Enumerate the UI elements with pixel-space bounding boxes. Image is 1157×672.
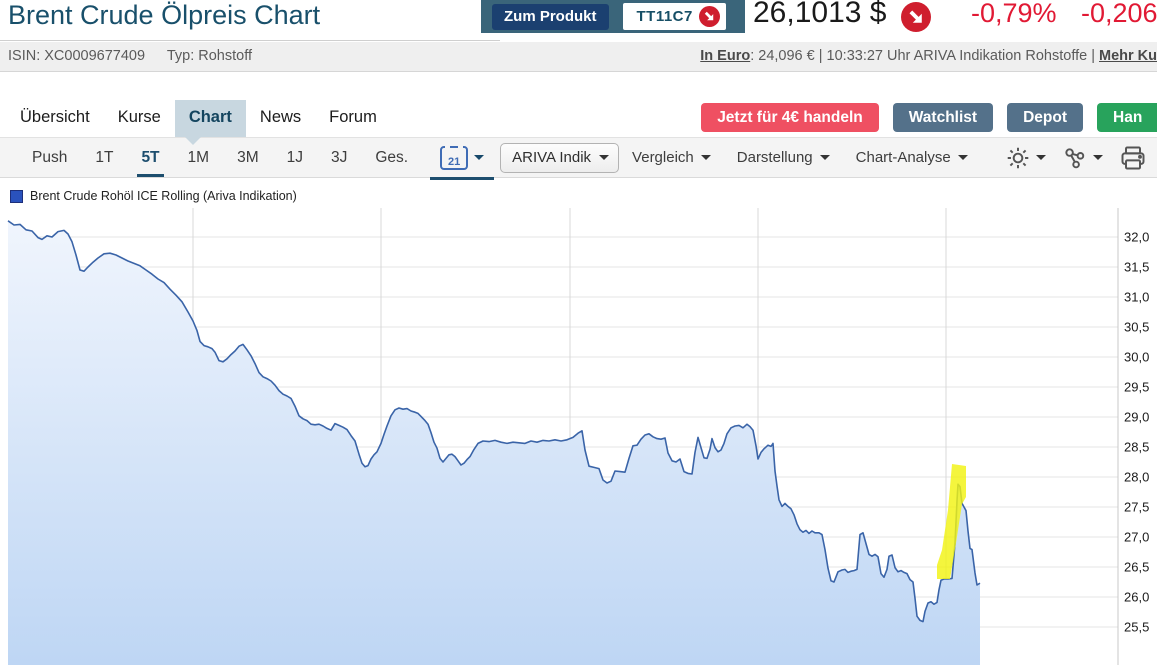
isin-value: ISIN: XC0009677409 — [8, 48, 145, 64]
change-percent: -0,79% — [971, 0, 1057, 29]
range-1j[interactable]: 1J — [273, 140, 317, 176]
euro-quote-text: : 24,096 € | 10:33:27 Uhr ARIVA Indikati… — [750, 48, 1099, 64]
svg-text:31,5: 31,5 — [1124, 260, 1149, 275]
svg-text:25,5: 25,5 — [1124, 620, 1149, 635]
trade-button[interactable]: Jetzt für 4€ handeln — [701, 103, 879, 132]
indication-select-value: ARIVA Indik — [512, 149, 591, 166]
toolbar-menus: Vergleich Darstellung Chart-Analyse — [619, 140, 981, 175]
tab-row: Übersicht Kurse Chart News Forum Jetzt f… — [0, 100, 1157, 137]
chart-legend: Brent Crude Rohöl ICE Rolling (Ariva Ind… — [10, 189, 297, 203]
svg-text:29,0: 29,0 — [1124, 410, 1149, 425]
svg-text:32,0: 32,0 — [1124, 230, 1149, 245]
svg-text:31,0: 31,0 — [1124, 290, 1149, 305]
share-menu[interactable] — [1056, 141, 1109, 175]
price-down-icon-large — [901, 2, 931, 32]
price-chart[interactable]: Brent Crude Rohöl ICE Rolling (Ariva Ind… — [0, 185, 1157, 672]
svg-text:26,0: 26,0 — [1124, 590, 1149, 605]
chart-toolbar: Push 1T 5T 1M 3M 1J 3J Ges. 21 ARIVA Ind… — [0, 137, 1157, 178]
handeln-button[interactable]: Han — [1097, 103, 1157, 132]
svg-text:29,5: 29,5 — [1124, 380, 1149, 395]
svg-text:28,5: 28,5 — [1124, 440, 1149, 455]
darstellung-menu[interactable]: Darstellung — [724, 140, 843, 175]
range-ges[interactable]: Ges. — [361, 140, 422, 176]
toolbar-icons — [999, 141, 1157, 175]
chart-analyse-menu[interactable]: Chart-Analyse — [843, 140, 981, 175]
settings-menu[interactable] — [999, 141, 1052, 175]
range-5t[interactable]: 5T — [127, 140, 173, 176]
action-buttons: Jetzt für 4€ handeln Watchlist Depot Han — [701, 103, 1157, 132]
title-divider — [0, 40, 500, 41]
tabs: Übersicht Kurse Chart News Forum — [6, 100, 391, 137]
page-title: Brent Crude Ölpreis Chart — [8, 0, 320, 31]
range-push[interactable]: Push — [18, 140, 81, 176]
tab-forum[interactable]: Forum — [315, 100, 391, 137]
chevron-down-icon — [474, 155, 484, 165]
zum-produkt-button[interactable]: Zum Produkt — [492, 4, 609, 30]
range-1t[interactable]: 1T — [81, 140, 127, 176]
svg-text:27,5: 27,5 — [1124, 500, 1149, 515]
wkn-chip[interactable]: TT11C7 — [623, 3, 726, 30]
svg-text:30,5: 30,5 — [1124, 320, 1149, 335]
chart-canvas[interactable]: 32,0 31,5 31,0 30,5 30,0 29,5 29,0 28,5 28,0 27,5… — [0, 185, 1157, 672]
type-value: Typ: Rohstoff — [167, 48, 252, 64]
page: Brent Crude Ölpreis Chart Zum Produkt TT… — [0, 0, 1157, 672]
current-price: 26,1013 $ — [753, 0, 886, 30]
header: Brent Crude Ölpreis Chart Zum Produkt TT… — [0, 0, 1157, 42]
series-label: Brent Crude Rohöl ICE Rolling (Ariva Ind… — [30, 189, 297, 203]
change-absolute: -0,206 — [1081, 0, 1157, 29]
chevron-down-icon — [599, 155, 609, 165]
date-range-picker[interactable]: 21 — [436, 140, 488, 176]
chevron-down-icon — [1036, 155, 1046, 165]
tab-news[interactable]: News — [246, 100, 315, 137]
calendar-icon: 21 — [440, 146, 468, 170]
tab-kurse[interactable]: Kurse — [104, 100, 175, 137]
svg-text:28,0: 28,0 — [1124, 470, 1149, 485]
range-3j[interactable]: 3J — [317, 140, 361, 176]
watchlist-button[interactable]: Watchlist — [893, 103, 993, 132]
printer-icon — [1119, 145, 1147, 171]
chevron-down-icon — [1093, 155, 1103, 165]
chevron-down-icon — [701, 155, 711, 165]
series-swatch-icon — [10, 190, 23, 203]
tab-chart[interactable]: Chart — [175, 100, 246, 137]
chevron-down-icon — [958, 155, 968, 165]
mehr-kurse-link[interactable]: Mehr Ku — [1099, 48, 1157, 64]
gear-icon — [1005, 145, 1031, 171]
price-down-icon — [699, 6, 720, 27]
share-icon — [1062, 145, 1088, 171]
instrument-meta: ISIN: XC0009677409 Typ: Rohstoff — [8, 48, 252, 64]
range-3m[interactable]: 3M — [223, 140, 273, 176]
active-tab-pointer — [185, 137, 201, 153]
print-button[interactable] — [1113, 141, 1153, 175]
range-selector: Push 1T 5T 1M 3M 1J 3J Ges. — [18, 140, 422, 176]
product-box: Zum Produkt TT11C7 — [481, 0, 745, 33]
svg-text:26,5: 26,5 — [1124, 560, 1149, 575]
vergleich-menu[interactable]: Vergleich — [619, 140, 724, 175]
indication-select[interactable]: ARIVA Indik — [500, 143, 619, 173]
euro-quote: In Euro: 24,096 € | 10:33:27 Uhr ARIVA I… — [700, 48, 1157, 64]
depot-button[interactable]: Depot — [1007, 103, 1083, 132]
svg-text:30,0: 30,0 — [1124, 350, 1149, 365]
chevron-down-icon — [820, 155, 830, 165]
tab-uebersicht[interactable]: Übersicht — [6, 100, 104, 137]
in-euro-link[interactable]: In Euro — [700, 48, 750, 64]
info-bar: ISIN: XC0009677409 Typ: Rohstoff In Euro… — [0, 42, 1157, 72]
svg-text:27,0: 27,0 — [1124, 530, 1149, 545]
wkn-label: TT11C7 — [637, 8, 693, 25]
